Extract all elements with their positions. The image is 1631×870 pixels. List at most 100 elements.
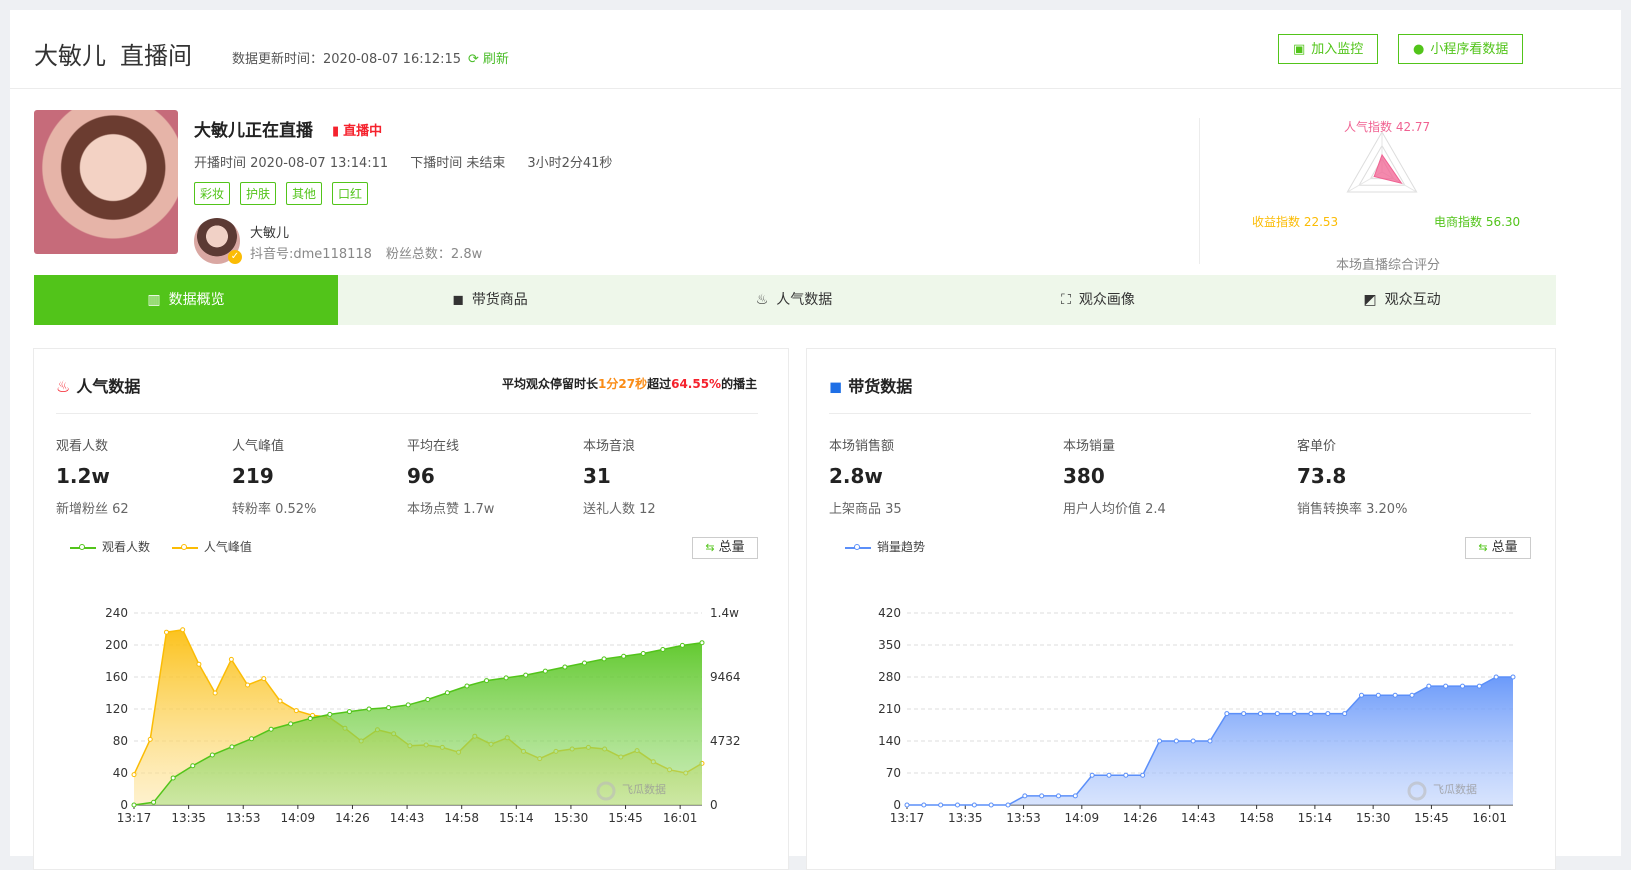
panel-divider xyxy=(56,413,758,414)
tag-item[interactable]: 其他 xyxy=(286,182,323,205)
sales-point xyxy=(1173,738,1179,744)
y-tick-label: 0 xyxy=(893,798,901,812)
refresh-label: 刷新 xyxy=(482,52,509,67)
y-tick-label: 420 xyxy=(878,606,901,620)
verified-icon: ✓ xyxy=(228,250,242,264)
x-tick-label: 15:45 xyxy=(608,811,643,825)
miniapp-data-button[interactable]: ● 小程序看数据 xyxy=(1398,34,1524,64)
revenue-index: 收益指数 22.53 xyxy=(1252,215,1339,229)
sales-point xyxy=(1224,711,1230,717)
sales-point xyxy=(904,802,910,808)
peak-point xyxy=(228,656,234,662)
stat-value: 380 xyxy=(1063,464,1105,488)
sales-point xyxy=(1426,683,1432,689)
peak-point xyxy=(212,690,218,696)
tag-item[interactable]: 护肤 xyxy=(240,182,277,205)
total-toggle-button[interactable]: ⇆ 总量 xyxy=(692,537,758,559)
fans-count: 粉丝总数：2.8w xyxy=(385,247,483,262)
tab-label: 观众画像 xyxy=(1078,292,1135,308)
sales-panel: ◼ 带货数据 本场销售额 2.8w 上架商品 35 本场销量 380 用户人均价值… xyxy=(806,348,1556,870)
peak-point xyxy=(196,661,202,667)
tab-audience-interaction[interactable]: ◩ 观众互动 xyxy=(1250,275,1554,325)
sales-point xyxy=(1022,793,1028,799)
refresh-button[interactable]: ⟳ 刷新 xyxy=(468,48,509,67)
tab-products[interactable]: ◼ 带货商品 xyxy=(338,275,642,325)
category-tags: 彩妆 护肤 其他 口红 xyxy=(194,182,378,205)
sales-point xyxy=(1190,738,1196,744)
tag-item[interactable]: 彩妆 xyxy=(194,182,231,205)
total-toggle-button[interactable]: ⇆ 总量 xyxy=(1465,537,1531,559)
y2-tick-label: 0 xyxy=(710,798,718,812)
peak-point xyxy=(131,772,137,778)
note-mid: 超过 xyxy=(647,377,672,391)
sales-point xyxy=(1140,772,1146,778)
tab-audience-portrait[interactable]: ⛶ 观众画像 xyxy=(946,275,1250,325)
popularity-panel-title: ♨ 人气数据 xyxy=(56,373,140,397)
sales-point xyxy=(1342,711,1348,717)
live-room-page: 大敏儿 直播间 数据更新时间：2020-08-07 16:12:15 ⟳ 刷新 ▣ 加… xyxy=(10,10,1621,870)
sales-point xyxy=(1359,692,1364,698)
legend-item-viewers[interactable]: 观看人数 xyxy=(70,538,150,555)
sales-point xyxy=(1476,683,1482,689)
viewers-point xyxy=(229,744,235,750)
sales-point xyxy=(1072,793,1078,799)
x-tick-label: 13:53 xyxy=(1006,811,1041,825)
stat-unit-price: 客单价 73.8 销售转换率 3.20% xyxy=(1297,435,1407,517)
sales-point xyxy=(1039,793,1045,799)
viewers-point xyxy=(405,702,411,708)
sales-panel-title: ◼ 带货数据 xyxy=(829,373,912,397)
tab-overview[interactable]: ▥ 数据概览 xyxy=(34,275,338,325)
sales-point xyxy=(1409,692,1415,698)
start-time: 开播时间 2020-08-07 13:14:11 xyxy=(194,156,389,171)
sales-point xyxy=(1258,711,1263,717)
viewers-point xyxy=(601,656,607,662)
refresh-icon: ⟳ xyxy=(468,52,479,67)
legend-line-icon xyxy=(70,543,96,550)
legend-line-icon xyxy=(171,543,198,550)
sales-point xyxy=(1510,674,1516,680)
stat-label: 观看人数 xyxy=(56,439,109,454)
live-status-badge: ▮ 直播中 xyxy=(332,120,382,139)
stat-sales-amount: 本场销售额 2.8w 上架商品 35 xyxy=(829,435,902,517)
tab-popularity[interactable]: ♨ 人气数据 xyxy=(642,275,946,325)
watermark-text: 飞瓜数据 xyxy=(1433,782,1477,796)
peak-point xyxy=(261,676,267,682)
stat-label: 本场销售额 xyxy=(829,439,895,454)
x-tick-label: 13:53 xyxy=(226,811,261,825)
y-tick-label: 80 xyxy=(113,734,128,748)
shopping-bag-icon: ◼ xyxy=(829,377,843,396)
stat-value: 96 xyxy=(407,464,435,488)
legend-item-sales[interactable]: 销量趋势 xyxy=(845,538,925,555)
y-tick-label: 0 xyxy=(120,798,128,812)
chart-legend: 销量趋势 xyxy=(845,538,943,555)
y-tick-label: 70 xyxy=(886,766,901,780)
add-monitor-button[interactable]: ▣ 加入监控 xyxy=(1278,34,1379,64)
y-tick-label: 210 xyxy=(878,702,901,716)
x-tick-label: 16:01 xyxy=(1472,811,1507,825)
x-tick-label: 14:58 xyxy=(1239,811,1274,825)
x-tick-label: 14:58 xyxy=(444,811,479,825)
live-duration: 3小时2分41秒 xyxy=(527,156,613,171)
miniapp-icon: ● xyxy=(1413,42,1425,57)
live-cover-image[interactable] xyxy=(34,110,178,254)
legend-item-peak[interactable]: 人气峰值 xyxy=(171,538,252,555)
y2-tick-label: 4732 xyxy=(710,734,741,748)
bar-chart-icon: ▥ xyxy=(147,292,161,308)
x-tick-label: 13:17 xyxy=(890,811,925,825)
stat-value: 219 xyxy=(232,464,274,488)
portrait-icon: ⛶ xyxy=(1061,292,1071,308)
shopping-bag-icon: ◼ xyxy=(452,292,464,308)
stat-avg-online: 平均在线 96 本场点赞 1.7w xyxy=(407,435,494,517)
viewers-point xyxy=(151,799,157,805)
panel-title-label: 带货数据 xyxy=(848,377,913,396)
viewers-point xyxy=(464,683,470,689)
panel-divider xyxy=(829,413,1531,414)
anchor-name[interactable]: 大敏儿 xyxy=(250,222,289,241)
stat-sub: 本场点赞 1.7w xyxy=(407,502,495,517)
tab-label: 带货商品 xyxy=(471,292,528,308)
peak-point xyxy=(277,698,283,704)
viewers-point xyxy=(523,672,529,678)
tag-item[interactable]: 口红 xyxy=(332,182,369,205)
note-prefix: 平均观众停留时长 xyxy=(502,377,599,391)
stat-sound-wave: 本场音浪 31 送礼人数 12 xyxy=(583,435,656,517)
